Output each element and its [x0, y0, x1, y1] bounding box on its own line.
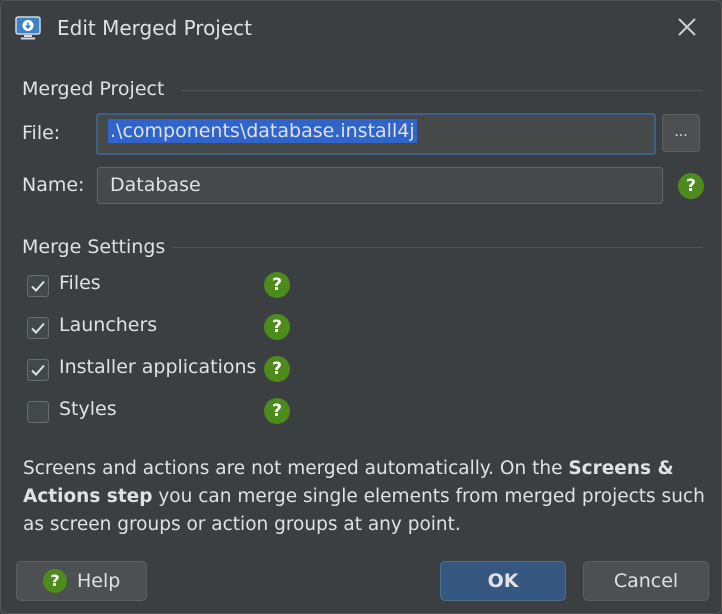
install4j-icon: [15, 16, 41, 40]
ok-button[interactable]: OK: [440, 561, 566, 601]
checkmark-icon: [31, 322, 45, 334]
checkbox[interactable]: [27, 359, 49, 381]
checkbox[interactable]: [27, 275, 49, 297]
name-label: Name:: [22, 174, 85, 196]
close-icon[interactable]: [675, 15, 699, 39]
checkbox-label: Launchers: [59, 314, 158, 336]
dialog-title: Edit Merged Project: [57, 16, 252, 40]
help-button[interactable]: ? Help: [16, 561, 147, 601]
merge-settings-section-title: Merge Settings: [22, 236, 166, 258]
cancel-button[interactable]: Cancel: [583, 561, 709, 601]
merge-note: Screens and actions are not merged autom…: [23, 455, 713, 539]
checkbox[interactable]: [27, 401, 49, 423]
files-help-icon[interactable]: ?: [264, 272, 290, 298]
launchers-help-icon[interactable]: ?: [264, 314, 290, 340]
edit-merged-project-dialog: Edit Merged Project Merged Project File:…: [0, 0, 722, 614]
checkmark-icon: [31, 280, 45, 292]
checkbox-label: Styles: [59, 398, 117, 420]
installer-applications-help-icon[interactable]: ?: [264, 356, 290, 382]
file-label: File:: [22, 122, 61, 144]
checkbox-label: Files: [59, 272, 101, 294]
merged-project-section-title: Merged Project: [22, 78, 165, 100]
note-text: Screens and actions are not merged autom…: [23, 458, 569, 479]
section-divider: [181, 90, 703, 91]
checkmark-icon: [31, 364, 45, 376]
browse-button[interactable]: ...: [662, 114, 700, 152]
name-help-icon[interactable]: ?: [678, 173, 704, 199]
name-input[interactable]: Database: [97, 167, 663, 204]
file-input-value: .\components\database.install4j: [108, 119, 417, 143]
help-button-label: Help: [77, 570, 121, 592]
file-input[interactable]: .\components\database.install4j: [96, 113, 656, 155]
title-bar: Edit Merged Project: [1, 1, 721, 55]
styles-help-icon[interactable]: ?: [264, 398, 290, 424]
section-divider: [173, 247, 703, 248]
help-icon: ?: [43, 569, 67, 593]
checkbox[interactable]: [27, 317, 49, 339]
checkbox-label: Installer applications: [59, 356, 257, 378]
